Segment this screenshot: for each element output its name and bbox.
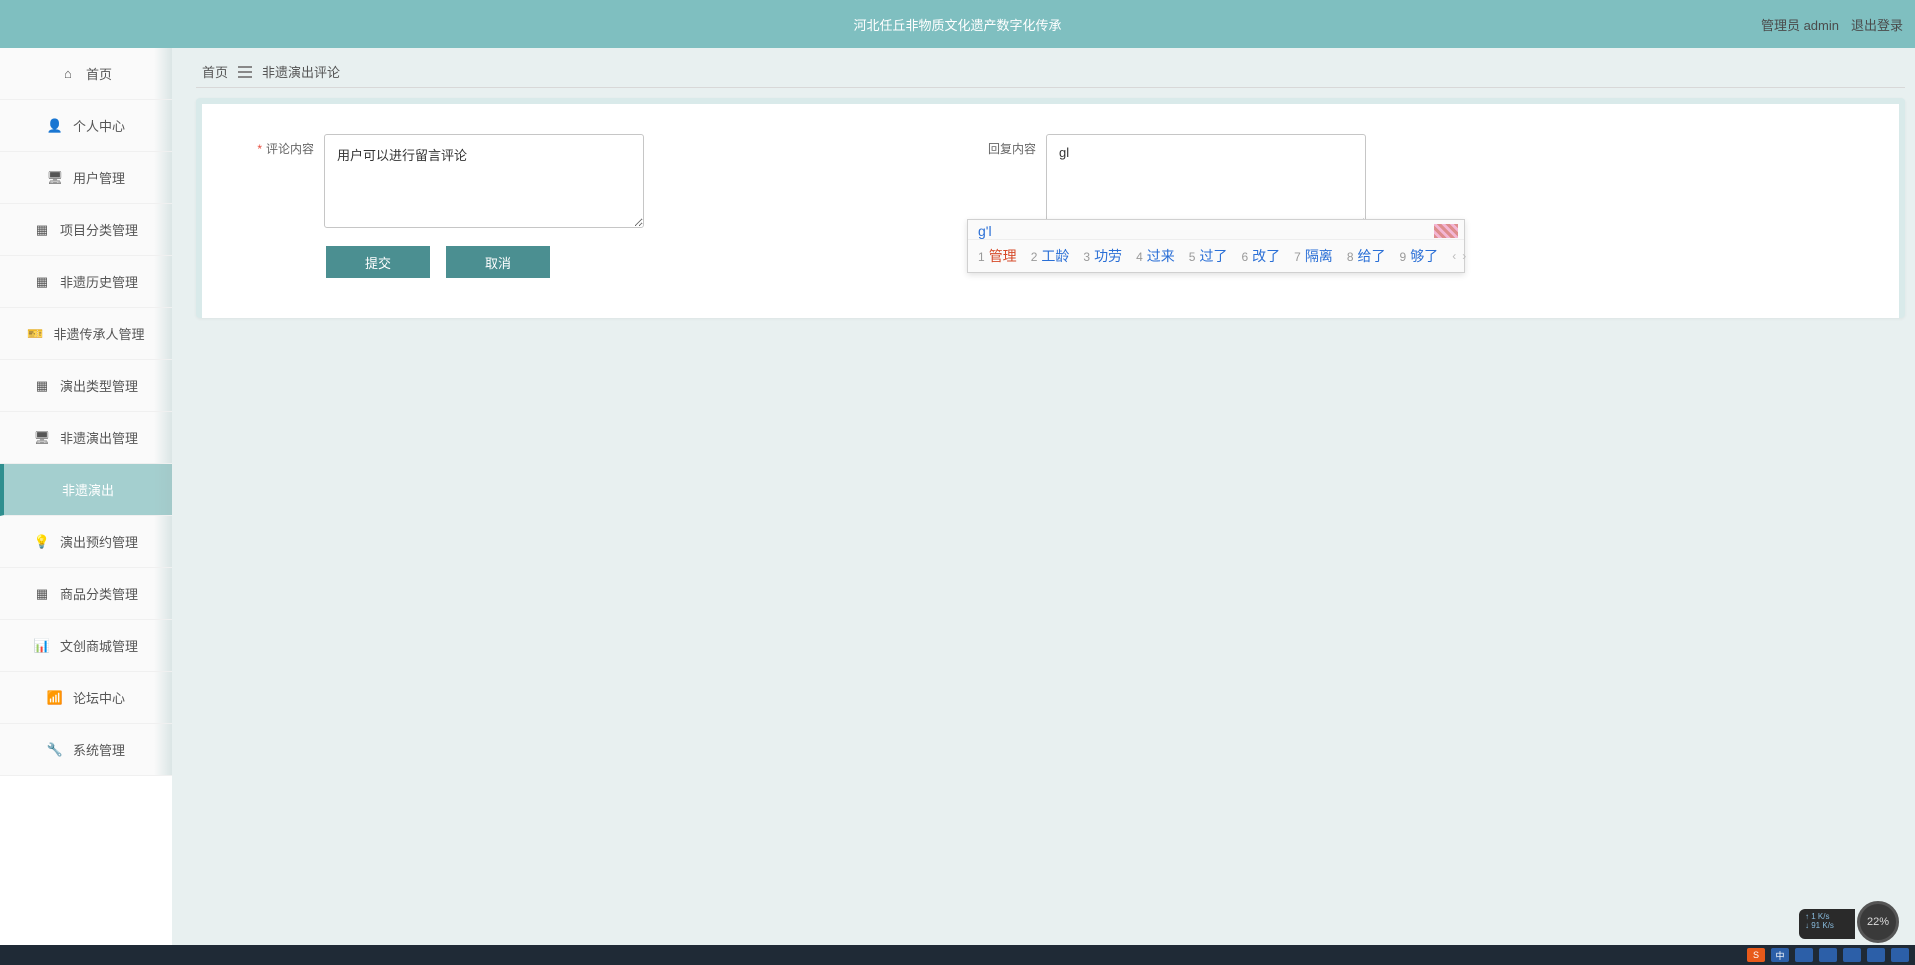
cpu-ring: 22% bbox=[1857, 901, 1899, 943]
sidebar-item-label: 文创商城管理 bbox=[60, 636, 138, 655]
ticket-icon: 🎫 bbox=[27, 326, 43, 342]
app-title: 河北任丘非物质文化遗产数字化传承 bbox=[853, 15, 1061, 34]
monitor-icon: 🖥 bbox=[47, 170, 63, 186]
menu-toggle-icon[interactable] bbox=[238, 66, 252, 78]
ime-candidate-list: 1管理 2工龄 3功劳 4过来 5过了 6改了 7隔离 8给了 9够了 ‹ › bbox=[968, 240, 1464, 272]
sidebar-item-label: 用户管理 bbox=[73, 168, 125, 187]
net-download: ↓ 91 K/s bbox=[1805, 921, 1849, 930]
ime-next-icon[interactable]: › bbox=[1462, 249, 1466, 263]
person-icon: 👤 bbox=[47, 118, 63, 134]
sidebar-item-系统管理[interactable]: 🔧 系统管理 bbox=[0, 724, 172, 776]
comment-textarea[interactable] bbox=[324, 134, 644, 228]
taskbar: S 中 bbox=[0, 945, 1915, 965]
sidebar-item-label: 论坛中心 bbox=[73, 688, 125, 707]
sidebar-item-label: 个人中心 bbox=[73, 116, 125, 135]
main-content: 首页 非遗演出评论 *评论内容 回复内容 提交 取消 bbox=[172, 48, 1915, 965]
sidebar-item-项目分类管理[interactable]: ▦ 项目分类管理 bbox=[0, 204, 172, 256]
topbar: 河北任丘非物质文化遗产数字化传承 管理员 admin 退出登录 bbox=[0, 0, 1915, 48]
user-label[interactable]: 管理员 admin bbox=[1761, 15, 1839, 34]
tray-icon[interactable] bbox=[1891, 948, 1909, 962]
tray-icon[interactable] bbox=[1843, 948, 1861, 962]
breadcrumb-current: 非遗演出评论 bbox=[262, 62, 340, 81]
sidebar-item-文创商城管理[interactable]: 📊 文创商城管理 bbox=[0, 620, 172, 672]
sidebar-item-label: 商品分类管理 bbox=[60, 584, 138, 603]
sidebar-item-label: 项目分类管理 bbox=[60, 220, 138, 239]
ime-candidate[interactable]: 2工龄 bbox=[1031, 246, 1070, 266]
ime-candidate[interactable]: 6改了 bbox=[1241, 246, 1280, 266]
sidebar-item-个人中心[interactable]: 👤 个人中心 bbox=[0, 100, 172, 152]
chart-icon: 📊 bbox=[34, 638, 50, 654]
sidebar-item-label: 非遗历史管理 bbox=[60, 272, 138, 291]
breadcrumb-home[interactable]: 首页 bbox=[202, 62, 228, 81]
sidebar-item-非遗演出管理[interactable]: 🖥 非遗演出管理 bbox=[0, 412, 172, 464]
reply-label: 回复内容 bbox=[964, 134, 1036, 157]
sidebar-item-label: 系统管理 bbox=[73, 740, 125, 759]
sidebar-item-label: 非遗演出管理 bbox=[60, 428, 138, 447]
ime-prev-icon[interactable]: ‹ bbox=[1452, 249, 1456, 263]
sidebar-item-label: 演出类型管理 bbox=[60, 376, 138, 395]
reply-group: 回复内容 bbox=[964, 134, 1366, 228]
home-icon: ⌂ bbox=[60, 66, 76, 82]
sidebar: ⌂ 首页 👤 个人中心 🖥 用户管理 ▦ 项目分类管理 ▦ 非遗历史管理 🎫 非遗传承人管理 ▦ 演出类型… bbox=[0, 48, 172, 965]
ime-popup: g'l 1管理 2工龄 3功劳 4过来 5过了 6改了 7隔离 8给了 9够了 ‹ › bbox=[967, 219, 1465, 273]
bulb-icon: 💡 bbox=[34, 534, 50, 550]
ime-candidate[interactable]: 8给了 bbox=[1347, 246, 1386, 266]
reply-textarea[interactable] bbox=[1046, 134, 1366, 228]
sidebar-item-论坛中心[interactable]: 📶 论坛中心 bbox=[0, 672, 172, 724]
sidebar-item-label: 非遗演出 bbox=[62, 480, 114, 499]
comment-group: *评论内容 bbox=[242, 134, 644, 228]
grid-icon: ▦ bbox=[34, 378, 50, 394]
ime-candidate[interactable]: 1管理 bbox=[978, 246, 1017, 266]
tray-icon[interactable] bbox=[1819, 948, 1837, 962]
net-upload: ↑ 1 K/s bbox=[1805, 912, 1849, 921]
sidebar-item-首页[interactable]: ⌂ 首页 bbox=[0, 48, 172, 100]
grid-icon: ▦ bbox=[34, 222, 50, 238]
ime-candidate[interactable]: 3功劳 bbox=[1083, 246, 1122, 266]
sidebar-item-非遗传承人管理[interactable]: 🎫 非遗传承人管理 bbox=[0, 308, 172, 360]
grid-icon: ▦ bbox=[34, 274, 50, 290]
bars-icon: 📶 bbox=[47, 690, 63, 706]
ime-candidate[interactable]: 4过来 bbox=[1136, 246, 1175, 266]
ime-lang-icon[interactable]: 中 bbox=[1771, 948, 1789, 962]
ime-candidate[interactable]: 9够了 bbox=[1400, 246, 1439, 266]
sidebar-item-非遗历史管理[interactable]: ▦ 非遗历史管理 bbox=[0, 256, 172, 308]
cancel-button[interactable]: 取消 bbox=[446, 246, 550, 278]
sidebar-item-label: 演出预约管理 bbox=[60, 532, 138, 551]
ime-candidate[interactable]: 7隔离 bbox=[1294, 246, 1333, 266]
ime-candidate[interactable]: 5过了 bbox=[1189, 246, 1228, 266]
logout-link[interactable]: 退出登录 bbox=[1851, 15, 1903, 34]
comment-label: *评论内容 bbox=[242, 134, 314, 157]
grid-icon: ▦ bbox=[34, 586, 50, 602]
sidebar-item-label: 非遗传承人管理 bbox=[53, 324, 144, 343]
tray-icon[interactable] bbox=[1867, 948, 1885, 962]
sidebar-item-演出类型管理[interactable]: ▦ 演出类型管理 bbox=[0, 360, 172, 412]
required-mark: * bbox=[257, 142, 262, 156]
submit-button[interactable]: 提交 bbox=[326, 246, 430, 278]
ime-nav[interactable]: ‹ › bbox=[1452, 249, 1466, 263]
sidebar-item-用户管理[interactable]: 🖥 用户管理 bbox=[0, 152, 172, 204]
sidebar-item-演出预约管理[interactable]: 💡 演出预约管理 bbox=[0, 516, 172, 568]
sidebar-item-商品分类管理[interactable]: ▦ 商品分类管理 bbox=[0, 568, 172, 620]
network-monitor: ↑ 1 K/s ↓ 91 K/s bbox=[1799, 909, 1855, 939]
breadcrumb: 首页 非遗演出评论 bbox=[196, 56, 1905, 88]
form-panel: *评论内容 回复内容 提交 取消 bbox=[196, 98, 1905, 318]
sidebar-item-label: 首页 bbox=[86, 64, 112, 83]
sidebar-item-非遗演出[interactable]: 非遗演出 bbox=[0, 464, 172, 516]
sogou-icon[interactable]: S bbox=[1747, 948, 1765, 962]
monitor-icon: 🖥 bbox=[34, 430, 50, 446]
wrench-icon: 🔧 bbox=[47, 742, 63, 758]
topbar-right: 管理员 admin 退出登录 bbox=[1761, 15, 1903, 34]
tray-icon[interactable] bbox=[1795, 948, 1813, 962]
ime-composition: g'l bbox=[968, 220, 1464, 240]
